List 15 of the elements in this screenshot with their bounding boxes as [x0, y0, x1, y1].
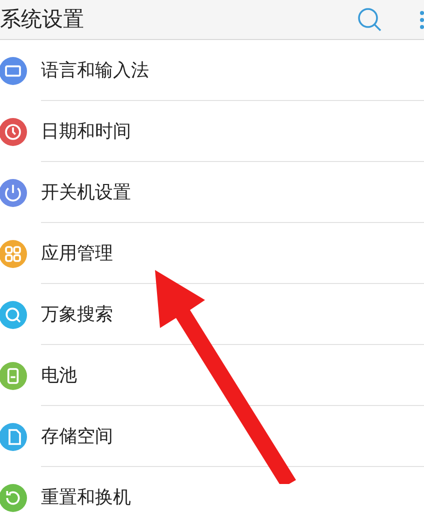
settings-item[interactable]: 语言和输入法: [0, 40, 424, 101]
item-label: 开关机设置: [41, 180, 131, 204]
item-label: 语言和输入法: [41, 58, 149, 82]
settings-item[interactable]: 开关机设置: [0, 162, 424, 223]
item-label: 重置和换机: [41, 486, 131, 510]
settings-item[interactable]: 重置和换机: [0, 467, 424, 528]
search-icon[interactable]: [356, 6, 384, 34]
settings-item[interactable]: 日期和时间: [0, 101, 424, 162]
item-label: 日期和时间: [41, 120, 131, 144]
page-title: 系统设置: [0, 9, 84, 30]
more-icon[interactable]: [420, 8, 424, 30]
item-label: 应用管理: [41, 242, 113, 266]
item-label: 电池: [41, 364, 77, 388]
item-label: 万象搜索: [41, 302, 113, 326]
item-label: 存储空间: [41, 424, 113, 448]
